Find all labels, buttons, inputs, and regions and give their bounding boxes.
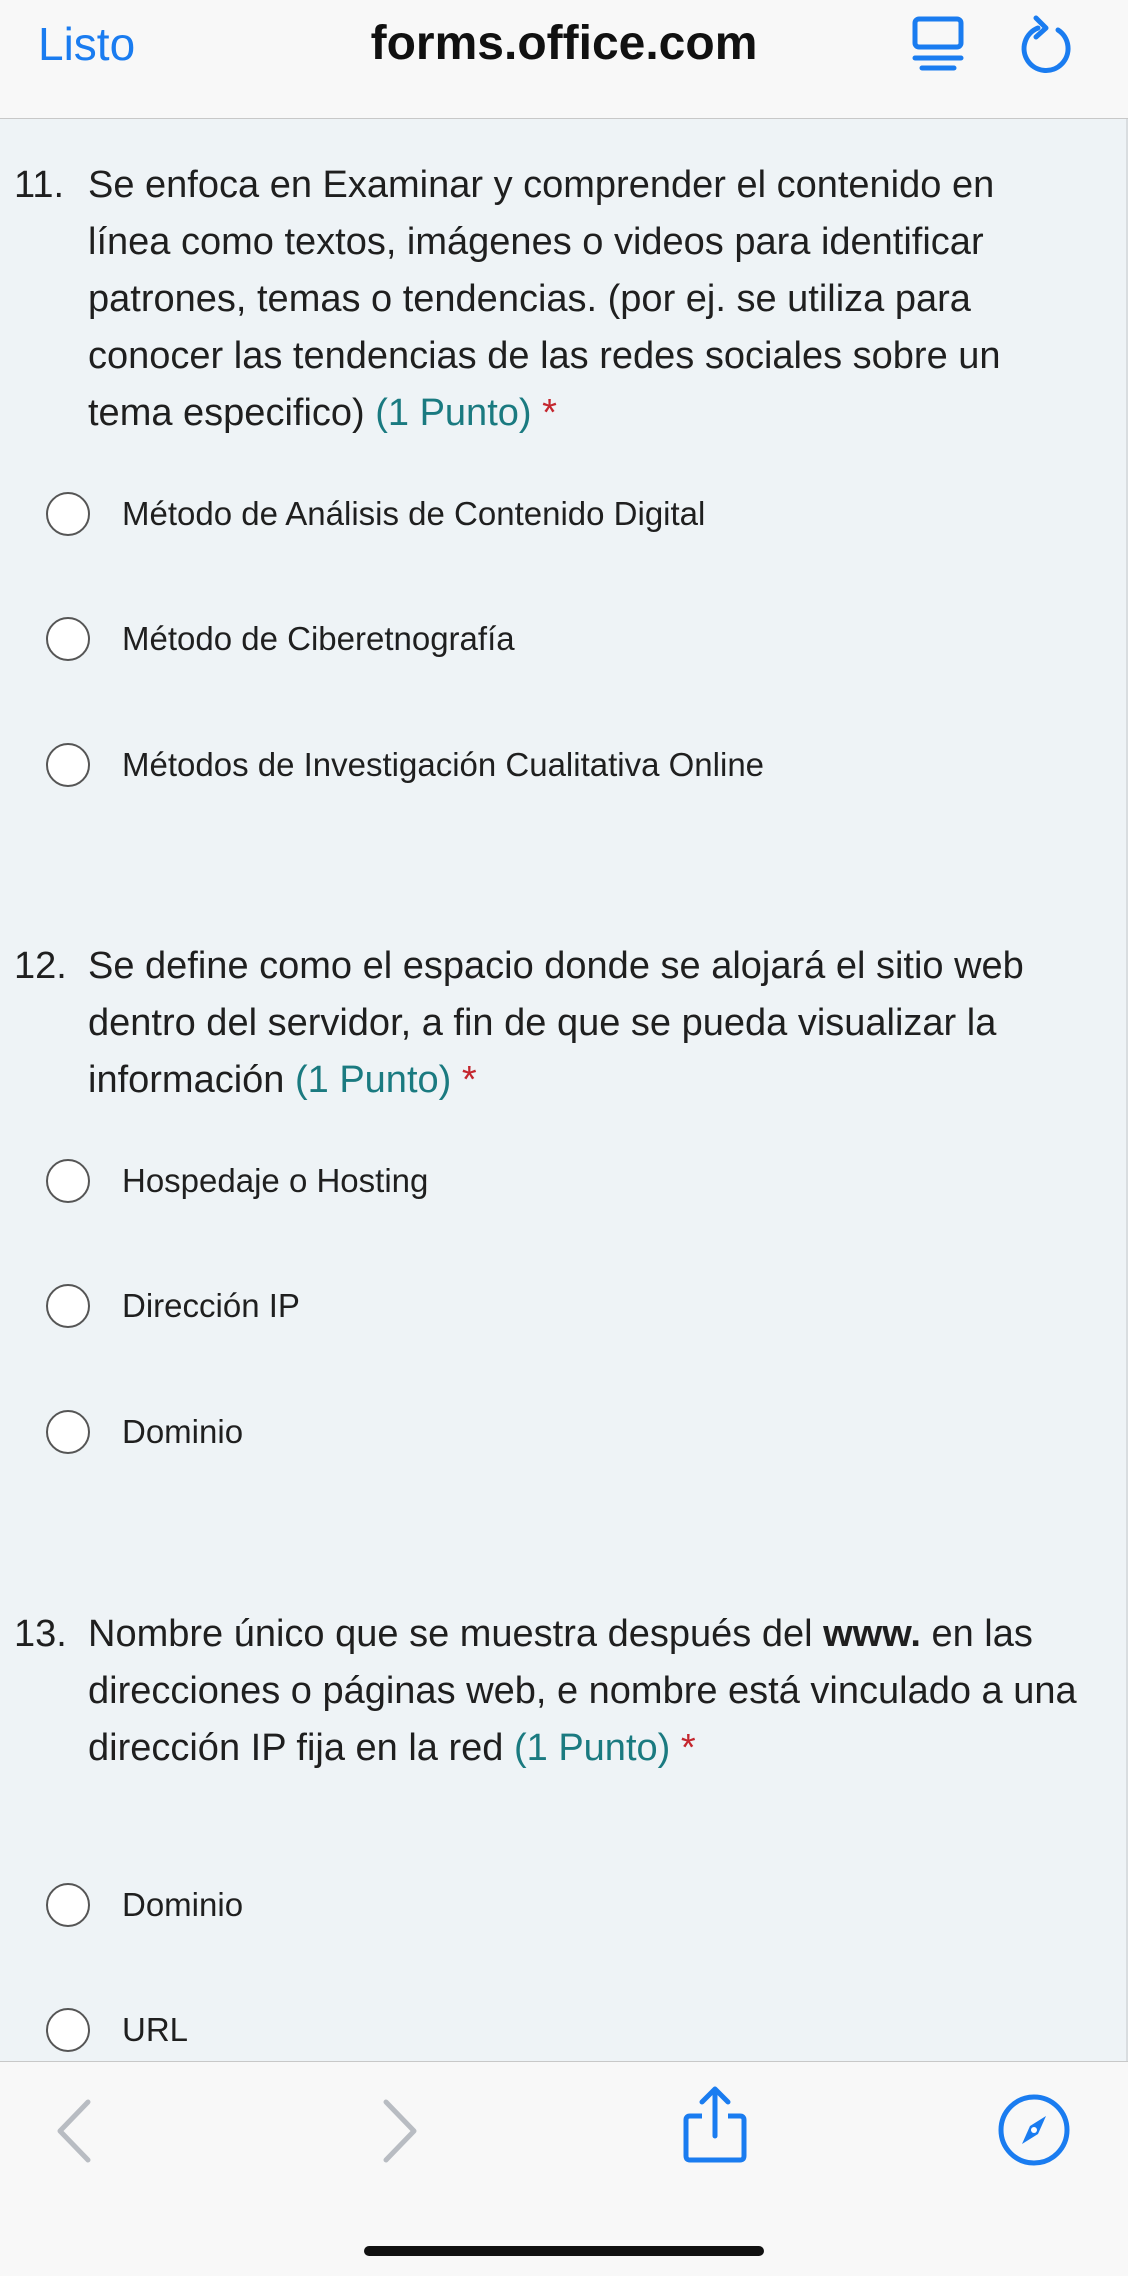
option-label: Hospedaje o Hosting bbox=[122, 1162, 429, 1199]
radio-button[interactable] bbox=[46, 492, 90, 536]
radio-option[interactable]: Hospedaje o Hosting bbox=[46, 1151, 428, 1211]
radio-option[interactable]: Métodos de Investigación Cualitativa Onl… bbox=[46, 735, 764, 795]
radio-option[interactable]: Método de Análisis de Contenido Digital bbox=[46, 484, 705, 544]
radio-option[interactable]: Dirección IP bbox=[46, 1276, 300, 1336]
points-label: (1 Punto) bbox=[375, 392, 532, 434]
browser-top-bar: Listo forms.office.com bbox=[0, 0, 1128, 119]
option-label: Método de Ciberetnografía bbox=[122, 620, 515, 657]
required-marker: * bbox=[680, 1727, 696, 1769]
compass-icon[interactable] bbox=[996, 2092, 1072, 2168]
option-label: Dirección IP bbox=[122, 1287, 300, 1324]
question-text-bold: www. bbox=[823, 1613, 921, 1655]
question-number: 12. bbox=[14, 945, 67, 987]
form-content: 11. Se enfoca en Examinar y comprender e… bbox=[0, 119, 1128, 2061]
radio-button[interactable] bbox=[46, 1883, 90, 1927]
browser-bottom-toolbar bbox=[0, 2061, 1128, 2276]
option-label: Dominio bbox=[122, 1886, 244, 1923]
radio-option[interactable]: Dominio bbox=[46, 1875, 243, 1935]
points-label: (1 Punto) bbox=[294, 1059, 452, 1101]
reload-icon[interactable] bbox=[1018, 14, 1074, 74]
radio-option[interactable]: Método de Ciberetnografía bbox=[46, 609, 515, 669]
share-icon[interactable] bbox=[682, 2084, 748, 2164]
question-title: Se enfoca en Examinar y comprender el co… bbox=[88, 157, 1086, 442]
radio-option[interactable]: URL bbox=[46, 2000, 188, 2060]
home-indicator bbox=[364, 2246, 764, 2256]
reader-mode-icon[interactable] bbox=[912, 16, 964, 72]
question-number: 13. bbox=[14, 1613, 67, 1655]
radio-button[interactable] bbox=[46, 1284, 90, 1328]
question-number: 11. bbox=[14, 164, 65, 206]
required-marker: * bbox=[542, 392, 557, 434]
option-label: URL bbox=[122, 2011, 189, 2048]
radio-button[interactable] bbox=[46, 1410, 90, 1454]
question-text: Nombre único que se muestra después del bbox=[88, 1613, 824, 1655]
option-label: Dominio bbox=[122, 1413, 244, 1450]
question-11: 11. Se enfoca en Examinar y comprender e… bbox=[0, 157, 1126, 442]
question-title: Nombre único que se muestra después del … bbox=[88, 1606, 1086, 1777]
question-title: Se define como el espacio donde se aloja… bbox=[88, 938, 1086, 1109]
chevron-left-icon[interactable] bbox=[54, 2096, 94, 2166]
radio-button[interactable] bbox=[46, 743, 90, 787]
option-label: Métodos de Investigación Cualitativa Onl… bbox=[122, 746, 765, 783]
option-label: Método de Análisis de Contenido Digital bbox=[122, 495, 706, 532]
question-13: 13. Nombre único que se muestra después … bbox=[0, 1606, 1126, 1777]
question-text: Se define como el espacio donde se aloja… bbox=[88, 945, 1024, 1101]
radio-button[interactable] bbox=[46, 2008, 90, 2052]
radio-button[interactable] bbox=[46, 1159, 90, 1203]
chevron-right-icon[interactable] bbox=[380, 2096, 420, 2166]
required-marker: * bbox=[461, 1059, 477, 1101]
radio-option[interactable]: Dominio bbox=[46, 1402, 243, 1462]
question-12: 12. Se define como el espacio donde se a… bbox=[0, 938, 1126, 1109]
radio-button[interactable] bbox=[46, 617, 90, 661]
points-label: (1 Punto) bbox=[513, 1727, 671, 1769]
